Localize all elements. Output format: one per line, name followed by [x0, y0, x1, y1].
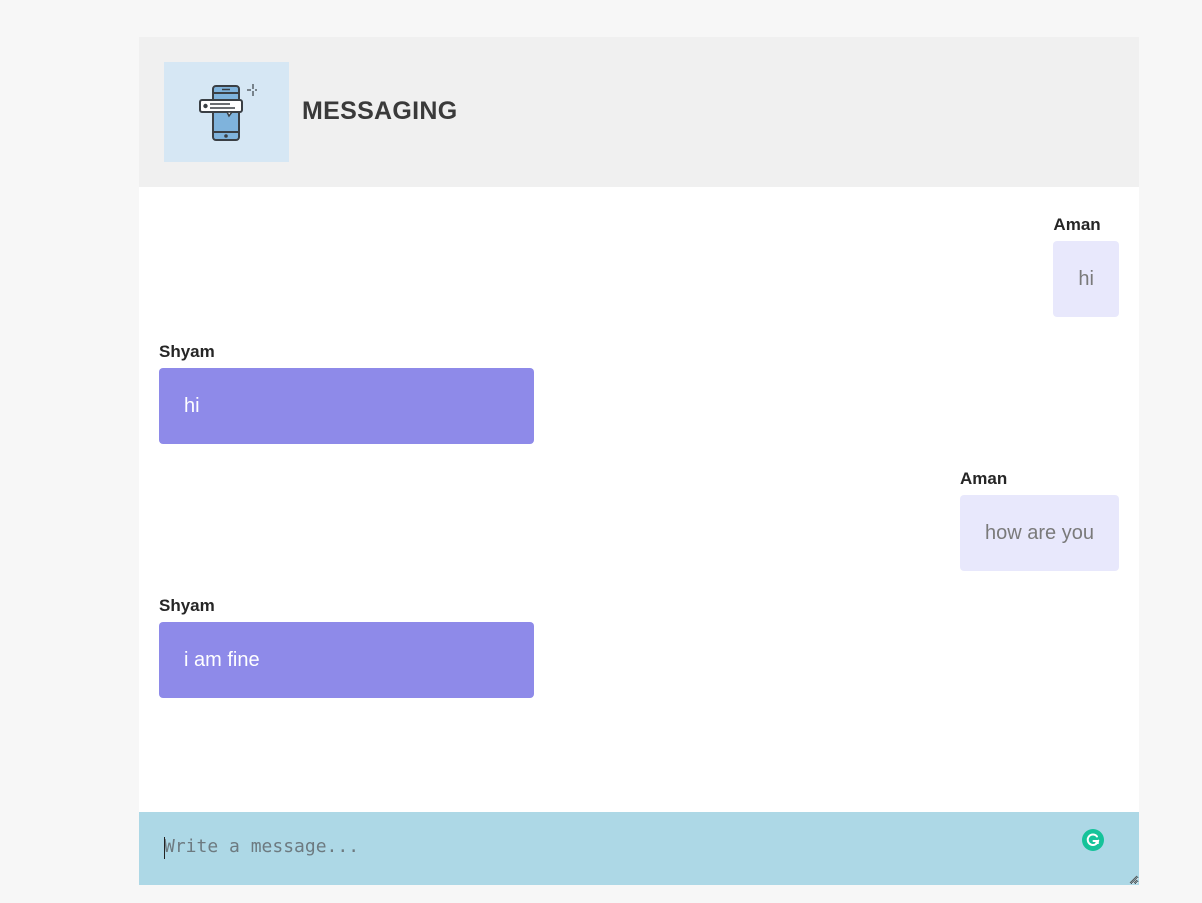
message-bubble: hi	[1053, 241, 1119, 317]
message-item: Shyam i am fine	[159, 596, 534, 698]
resize-handle-icon[interactable]	[1128, 874, 1138, 884]
message-sender: Aman	[1053, 215, 1101, 234]
grammarly-icon[interactable]	[1082, 829, 1104, 851]
message-composer	[139, 812, 1139, 885]
message-item: Aman hi	[1053, 215, 1119, 317]
messaging-app: MESSAGING Aman hi Shyam hi Aman how are …	[139, 37, 1139, 885]
message-list: Aman hi Shyam hi Aman how are you Shyam …	[139, 187, 1139, 812]
message-sender: Aman	[960, 469, 1008, 488]
text-cursor	[164, 837, 165, 859]
message-input[interactable]	[139, 812, 1139, 885]
message-sender: Shyam	[159, 596, 215, 615]
header: MESSAGING	[139, 37, 1139, 187]
message-sender: Shyam	[159, 342, 215, 361]
message-bubble: how are you	[960, 495, 1119, 571]
logo	[164, 62, 289, 162]
page-title: MESSAGING	[302, 97, 458, 125]
message-bubble: i am fine	[159, 622, 534, 698]
message-bubble: hi	[159, 368, 534, 444]
phone-chat-icon	[199, 84, 257, 141]
message-item: Aman how are you	[960, 469, 1119, 571]
message-item: Shyam hi	[159, 342, 534, 444]
